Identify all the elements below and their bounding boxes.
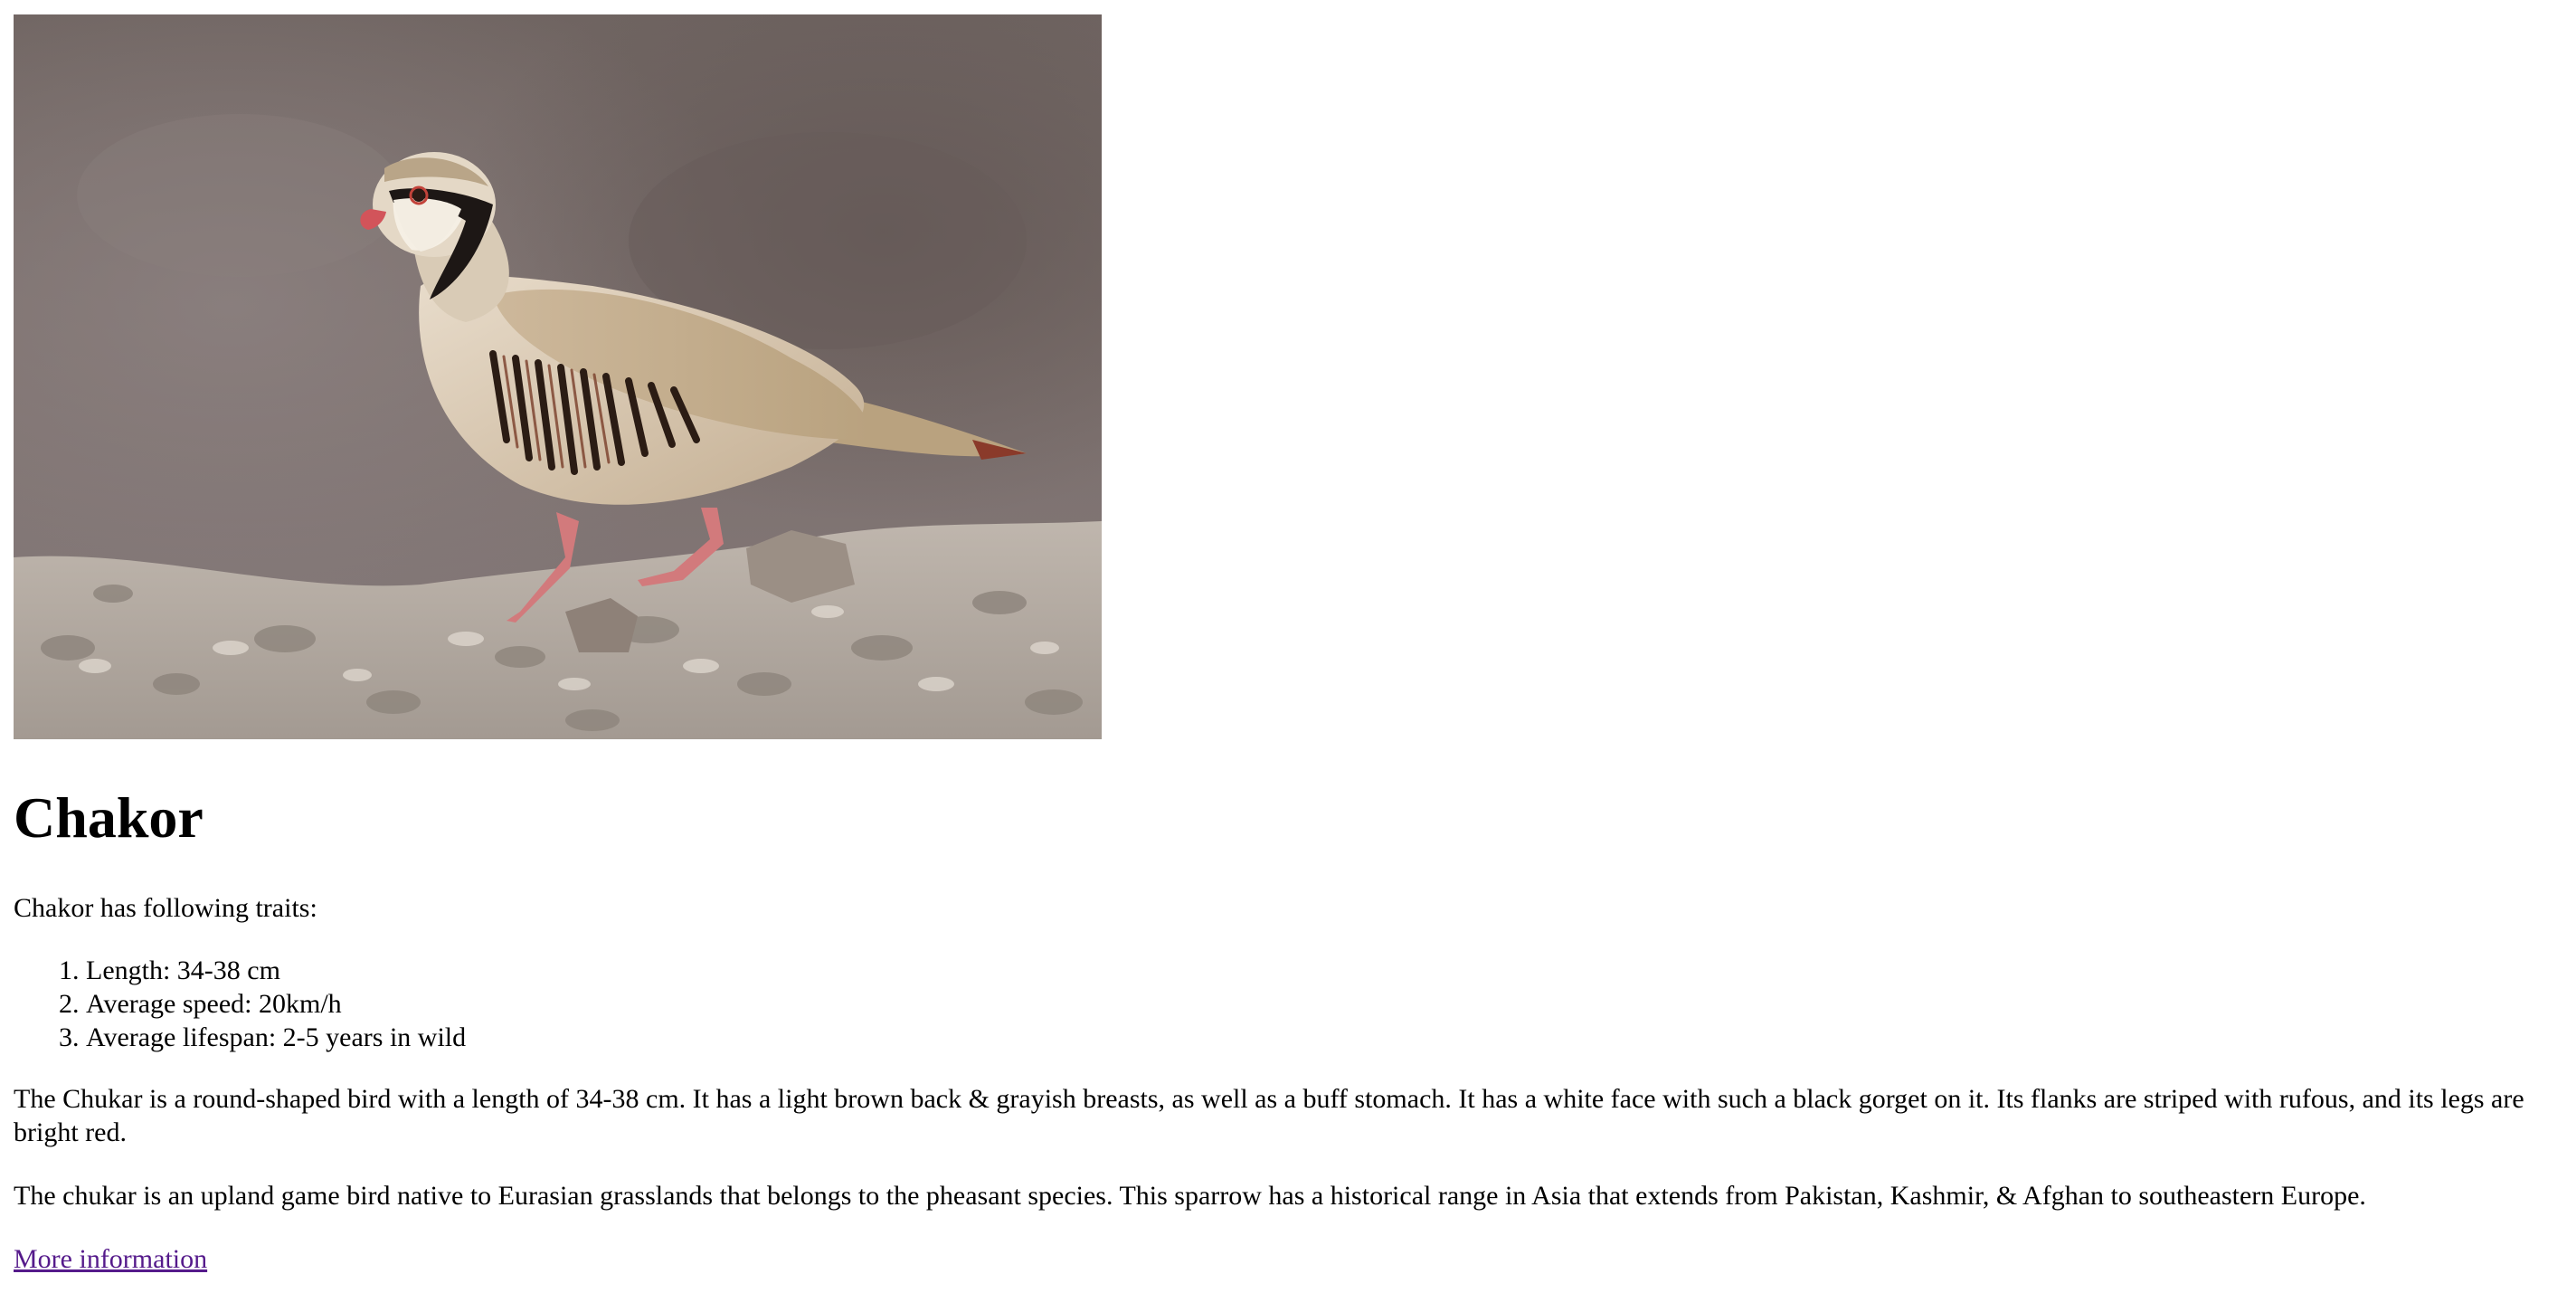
traits-list: Length: 34-38 cm Average speed: 20km/h A… (14, 954, 2562, 1054)
chukar-photo (14, 14, 1102, 739)
trait-item-speed: Average speed: 20km/h (86, 987, 2562, 1021)
page: Chakor Chakor has following traits: Leng… (0, 0, 2576, 1276)
page-title: Chakor (14, 785, 204, 850)
more-information-link[interactable]: More information (14, 1242, 207, 1276)
trait-item-length: Length: 34-38 cm (86, 954, 2562, 987)
intro-text: Chakor has following traits: (14, 893, 317, 923)
description-paragraph: The Chukar is a round-shaped bird with a… (14, 1084, 2524, 1147)
trait-item-lifespan: Average lifespan: 2-5 years in wild (86, 1021, 2562, 1054)
range-paragraph: The chukar is an upland game bird native… (14, 1181, 2366, 1211)
